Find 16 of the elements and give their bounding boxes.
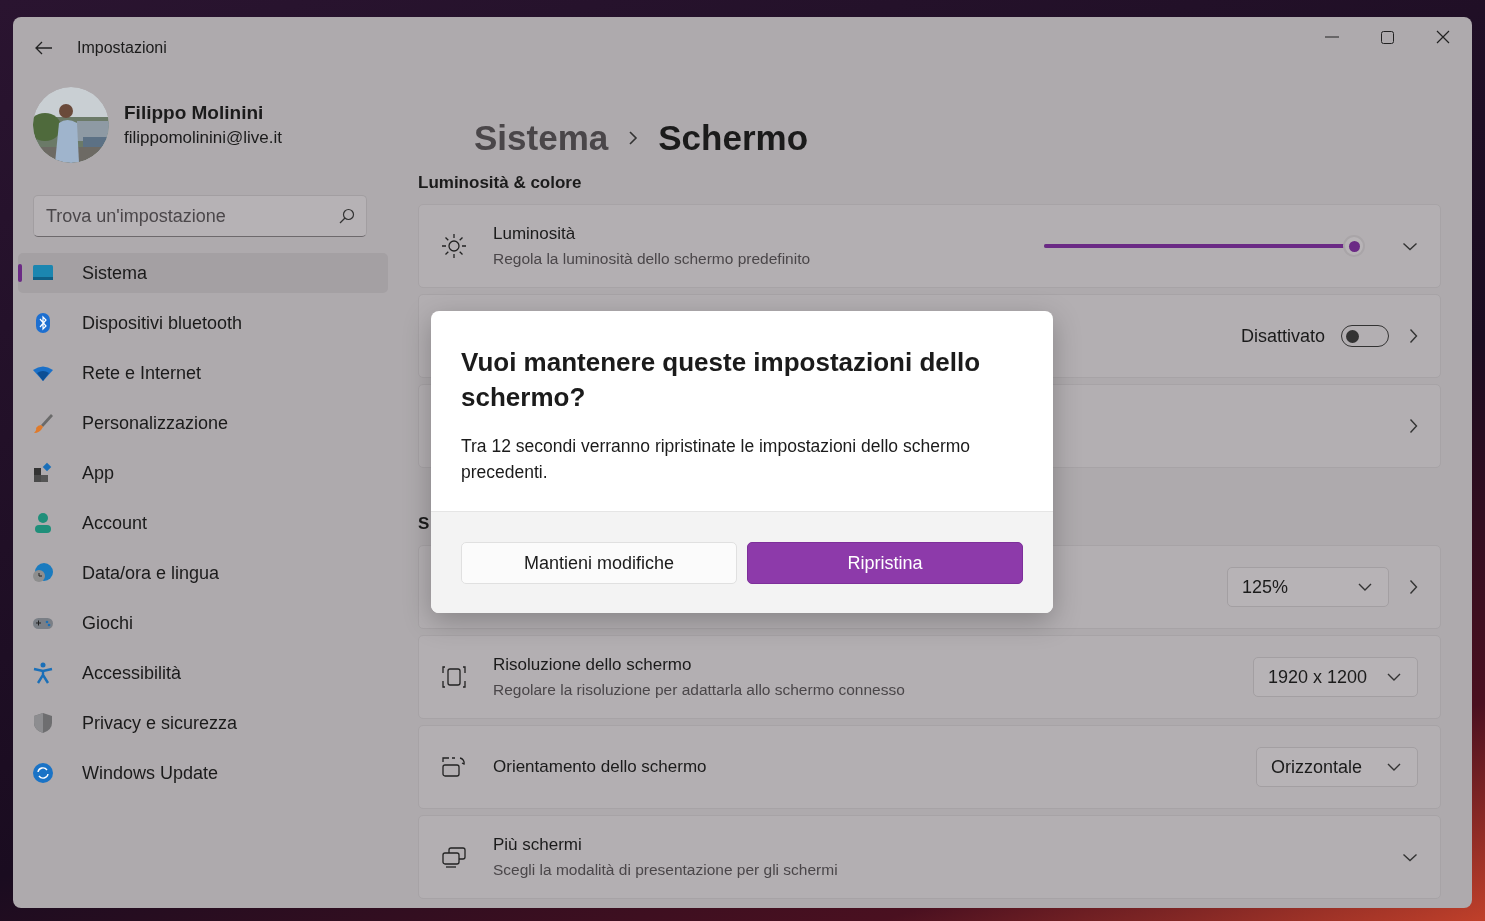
card-description: Scegli la modalità di presentazione per gli schermi (493, 861, 839, 879)
toggle-state-label: Disattivato (1240, 325, 1325, 347)
window-title: Impostazioni (77, 39, 167, 57)
card-title: Orientamento dello schermo (493, 757, 708, 777)
card-description: Regola la luminosità dello schermo predefinito (493, 250, 812, 268)
card-title: Risoluzione dello schermo (493, 655, 693, 675)
section-heading: S (418, 513, 430, 535)
dialog-message: Tra 12 secondi verranno ripristinate le impostazioni dello schermo precedenti. (461, 435, 972, 484)
user-email: filippomolinini@live.it (124, 128, 283, 148)
section-heading: Luminosità & colore (418, 172, 582, 194)
dialog-title: Vuoi mantenere queste impostazioni dello schermo? (461, 346, 982, 414)
page-title: Schermo (658, 118, 809, 158)
card-title: Più schermi (493, 835, 583, 855)
card-title: Luminosità (493, 224, 577, 244)
card-description: Regolare la risoluzione per adattarla allo schermo connesso (493, 681, 906, 699)
user-name: Filippo Molinini (124, 102, 265, 124)
